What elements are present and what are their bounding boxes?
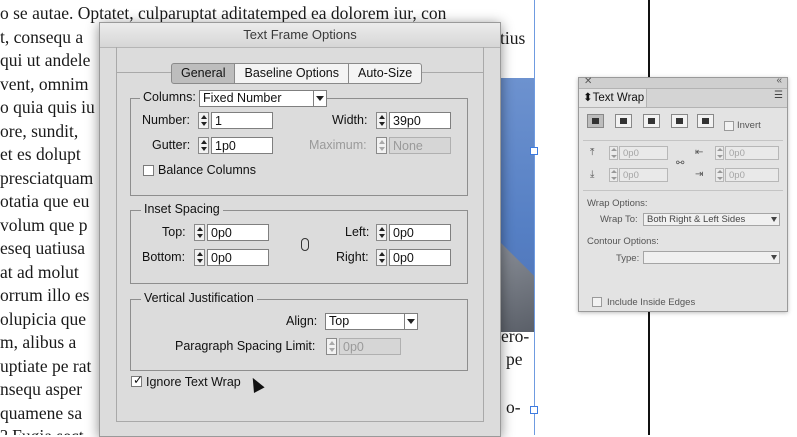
width-stepper[interactable] bbox=[376, 112, 387, 129]
tab-auto-size[interactable]: Auto-Size bbox=[349, 63, 423, 84]
panel-tab-text-wrap[interactable]: ⬍Text Wrap bbox=[579, 89, 647, 107]
maximum-stepper bbox=[376, 137, 387, 154]
wrap-to-select[interactable]: Both Right & Left Sides bbox=[643, 213, 780, 226]
frame-edge bbox=[534, 0, 535, 435]
balance-columns-label: Balance Columns bbox=[158, 163, 256, 177]
vertical-justification-label: Vertical Justification bbox=[141, 291, 257, 305]
wrap-to-label: Wrap To: bbox=[600, 214, 638, 225]
invert-checkbox[interactable] bbox=[724, 121, 734, 131]
invert-label: Invert bbox=[737, 120, 761, 131]
align-select[interactable]: Top bbox=[325, 313, 418, 330]
contour-options-label: Contour Options: bbox=[587, 236, 659, 247]
right-offset-icon: ⇥ bbox=[695, 169, 704, 180]
close-icon[interactable]: ✕ bbox=[584, 76, 592, 87]
top-offset-field: 0p0 bbox=[619, 146, 668, 160]
checkmark-icon: ✓ bbox=[133, 373, 144, 387]
chevron-down-icon bbox=[769, 214, 779, 225]
text-fragment: pe bbox=[506, 349, 523, 369]
align-label: Align: bbox=[286, 314, 318, 328]
inset-right-label: Right: bbox=[336, 250, 369, 264]
left-offset-icon: ⇤ bbox=[695, 147, 704, 158]
text-frame-options-dialog: Text Frame Options General Baseline Opti… bbox=[99, 22, 501, 437]
wrap-object-shape-icon[interactable] bbox=[643, 114, 660, 128]
chain-link-icon: ⚯ bbox=[676, 158, 685, 169]
text-fragment: ero- bbox=[501, 326, 530, 346]
vertical-justification-group: Vertical Justification bbox=[130, 291, 468, 371]
inset-top-field[interactable]: 0p0 bbox=[207, 224, 269, 241]
ignore-text-wrap-checkbox[interactable]: ✓ bbox=[131, 373, 144, 387]
panel-header: ✕ « bbox=[579, 75, 787, 89]
paragraph-spacing-stepper bbox=[326, 338, 337, 355]
text-fragment: tius bbox=[500, 28, 526, 48]
number-label: Number: bbox=[142, 113, 190, 127]
inset-left-field[interactable]: 0p0 bbox=[389, 224, 451, 241]
top-offset-icon: ⤒ bbox=[590, 147, 595, 158]
inset-left-label: Left: bbox=[345, 225, 370, 239]
right-offset-stepper bbox=[715, 168, 724, 182]
panel-tab-bar: ⬍Text Wrap ☰ bbox=[579, 89, 787, 108]
right-offset-field: 0p0 bbox=[725, 168, 779, 182]
gutter-label: Gutter: bbox=[152, 138, 191, 152]
inset-bottom-label: Bottom: bbox=[142, 250, 186, 264]
number-field[interactable]: 1 bbox=[211, 112, 273, 129]
collapse-icon[interactable]: « bbox=[776, 75, 782, 86]
gutter-field[interactable]: 1p0 bbox=[211, 137, 273, 154]
paragraph-spacing-limit-label: Paragraph Spacing Limit: bbox=[175, 339, 316, 353]
width-field[interactable]: 39p0 bbox=[389, 112, 451, 129]
text-wrap-panel: ✕ « ⬍Text Wrap ☰ Invert ⤒ 0p0 ⤓ 0p0 ⚯ ⇤ … bbox=[578, 75, 788, 312]
panel-menu-icon[interactable]: ☰ bbox=[774, 90, 783, 101]
tab-bar: General Baseline Options Auto-Size bbox=[171, 63, 423, 84]
inset-left-stepper[interactable] bbox=[376, 224, 387, 241]
jump-next-column-icon[interactable] bbox=[697, 114, 714, 128]
paragraph-spacing-field: 0p0 bbox=[339, 338, 401, 355]
inset-right-field[interactable]: 0p0 bbox=[389, 249, 451, 266]
include-inside-edges-label: Include Inside Edges bbox=[607, 297, 696, 308]
contour-type-select[interactable] bbox=[643, 251, 780, 264]
type-label: Type: bbox=[616, 253, 640, 264]
inset-right-stepper[interactable] bbox=[376, 249, 387, 266]
columns-label: Columns: bbox=[140, 90, 199, 104]
divider bbox=[583, 140, 783, 141]
include-inside-edges-checkbox[interactable] bbox=[592, 297, 602, 307]
width-label: Width: bbox=[332, 113, 368, 127]
balance-columns-checkbox[interactable] bbox=[143, 165, 154, 176]
tab-general[interactable]: General bbox=[171, 63, 236, 84]
text-fragment: o- bbox=[506, 397, 521, 417]
bottom-offset-field: 0p0 bbox=[619, 168, 668, 182]
chain-link-icon[interactable] bbox=[301, 238, 309, 251]
number-stepper[interactable] bbox=[198, 112, 209, 129]
maximum-label: Maximum: bbox=[309, 138, 367, 152]
left-offset-field: 0p0 bbox=[725, 146, 779, 160]
inset-spacing-label: Inset Spacing bbox=[141, 202, 223, 216]
bottom-offset-icon: ⤓ bbox=[590, 169, 595, 180]
chevron-down-icon bbox=[404, 314, 417, 329]
gutter-stepper[interactable] bbox=[198, 137, 209, 154]
ignore-text-wrap-label: Ignore Text Wrap bbox=[146, 375, 241, 389]
wrap-options-label: Wrap Options: bbox=[587, 198, 648, 209]
inset-spacing-group: Inset Spacing bbox=[130, 202, 468, 284]
columns-mode-value: Fixed Number bbox=[203, 91, 282, 105]
top-offset-stepper bbox=[609, 146, 618, 160]
dialog-title: Text Frame Options bbox=[100, 23, 500, 48]
inset-bottom-field[interactable]: 0p0 bbox=[207, 249, 269, 266]
inset-bottom-stepper[interactable] bbox=[194, 249, 205, 266]
selection-handle[interactable] bbox=[530, 147, 538, 155]
align-value: Top bbox=[329, 314, 350, 328]
jump-object-icon[interactable] bbox=[671, 114, 688, 128]
divider bbox=[583, 190, 783, 191]
chevron-down-icon bbox=[313, 91, 326, 106]
inset-top-stepper[interactable] bbox=[194, 224, 205, 241]
no-wrap-icon[interactable] bbox=[587, 114, 604, 128]
columns-mode-select[interactable]: Fixed Number bbox=[199, 90, 327, 107]
bottom-offset-stepper bbox=[609, 168, 618, 182]
inset-top-label: Top: bbox=[162, 225, 186, 239]
maximum-field: None bbox=[389, 137, 451, 154]
panel-title: Text Wrap bbox=[592, 92, 645, 104]
selection-handle[interactable] bbox=[530, 406, 538, 414]
chevron-down-icon bbox=[769, 252, 779, 263]
wrap-bounding-box-icon[interactable] bbox=[615, 114, 632, 128]
left-offset-stepper bbox=[715, 146, 724, 160]
tab-baseline-options[interactable]: Baseline Options bbox=[235, 63, 349, 84]
wrap-to-value: Both Right & Left Sides bbox=[647, 214, 746, 225]
